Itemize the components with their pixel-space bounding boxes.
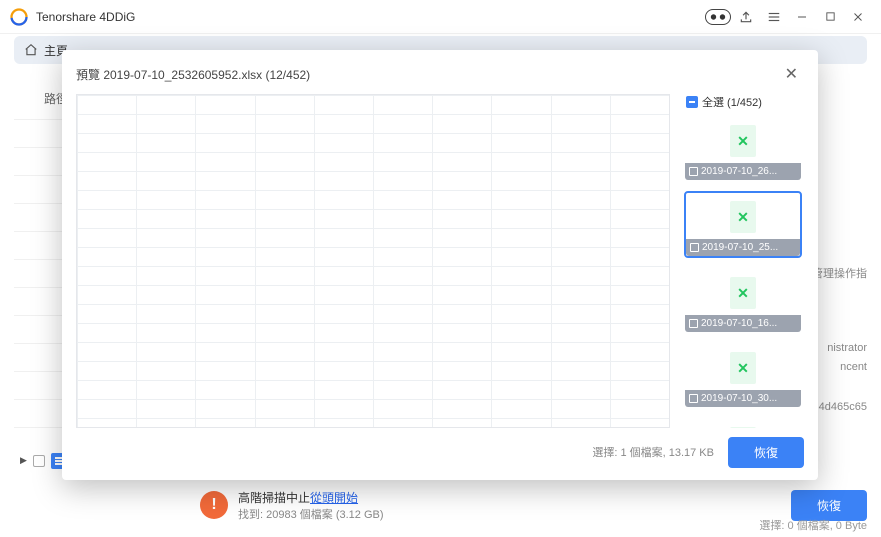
bg-text: 4d465c65 (812, 399, 867, 417)
menu-icon[interactable] (761, 4, 787, 30)
thumbnail-label: 2019-07-10_16... (685, 315, 801, 332)
app-logo (10, 8, 28, 26)
xlsx-icon (730, 125, 756, 157)
thumbnail-list[interactable]: 2019-07-10_26... 2019-07-10_25... 2019-07-… (684, 116, 804, 428)
checkbox[interactable] (33, 455, 45, 467)
thumbnail-item[interactable]: 2019-07-10_30... (684, 343, 802, 408)
xlsx-icon (730, 201, 756, 233)
modal-footer: 選擇: 1 個檔案, 13.17 KB 恢復 (76, 428, 804, 468)
preview-modal: 預覽 2019-07-10_2532605952.xlsx (12/452) ✕… (62, 50, 818, 480)
xlsx-icon (730, 427, 756, 428)
select-all-label: 全選 (1/452) (702, 94, 762, 110)
thumbnail-checkbox[interactable] (689, 319, 698, 328)
thumbnail-item[interactable] (684, 418, 802, 428)
thumbnail-label: 2019-07-10_30... (685, 390, 801, 407)
modal-close-icon[interactable]: ✕ (779, 62, 804, 86)
xlsx-icon (730, 277, 756, 309)
xlsx-icon (730, 352, 756, 384)
expand-icon[interactable]: ▶ (20, 455, 27, 466)
thumbnail-label: 2019-07-10_26... (685, 163, 801, 180)
thumbnail-checkbox[interactable] (689, 167, 698, 176)
thumbnail-checkbox[interactable] (690, 243, 699, 252)
thumbnail-item[interactable]: 2019-07-10_25... (684, 191, 802, 258)
share-icon[interactable] (733, 4, 759, 30)
thumbnail-item[interactable]: 2019-07-10_26... (684, 116, 802, 181)
spreadsheet-grid (77, 95, 669, 427)
select-all-checkbox[interactable] (686, 96, 698, 108)
home-icon (24, 43, 38, 57)
scan-status: 高階掃描中止 (238, 491, 310, 505)
selection-summary: 選擇: 0 個檔案, 0 Byte (759, 517, 867, 533)
spreadsheet-scroll[interactable] (77, 95, 669, 427)
bg-text: nistrator (812, 340, 867, 358)
spreadsheet-preview (76, 94, 670, 428)
scan-info: 高階掃描中止從頭開始 找到: 20983 個檔案 (3.12 GB) (238, 489, 384, 522)
thumbnail-checkbox[interactable] (689, 394, 698, 403)
minimize-icon[interactable] (789, 4, 815, 30)
close-icon[interactable] (845, 4, 871, 30)
bg-right-column: 管理操作指 nistrator ncent 4d465c65 (812, 266, 867, 472)
titlebar: Tenorshare 4DDiG (0, 0, 881, 34)
select-all-row[interactable]: 全選 (1/452) (684, 94, 804, 110)
thumbnail-panel: 全選 (1/452) 2019-07-10_26... 2019-07-10_25… (684, 94, 804, 428)
modal-title: 預覽 2019-07-10_2532605952.xlsx (12/452) (76, 66, 310, 83)
maximize-icon[interactable] (817, 4, 843, 30)
modal-recover-button[interactable]: 恢復 (728, 437, 804, 468)
found-count: 找到: 20983 個檔案 (3.12 GB) (238, 506, 384, 522)
modal-selection-info: 選擇: 1 個檔案, 13.17 KB (592, 444, 714, 460)
warning-icon: ! (200, 491, 228, 519)
restart-scan-link[interactable]: 從頭開始 (310, 491, 358, 505)
recover-button[interactable]: 恢復 (791, 490, 867, 521)
robot-icon[interactable] (705, 4, 731, 30)
bg-text: ncent (812, 359, 867, 377)
app-title: Tenorshare 4DDiG (36, 10, 135, 24)
thumbnail-item[interactable]: 2019-07-10_16... (684, 268, 802, 333)
modal-header: 預覽 2019-07-10_2532605952.xlsx (12/452) ✕ (76, 62, 804, 86)
thumbnail-label: 2019-07-10_25... (686, 239, 800, 256)
bg-text: 管理操作指 (812, 266, 867, 284)
